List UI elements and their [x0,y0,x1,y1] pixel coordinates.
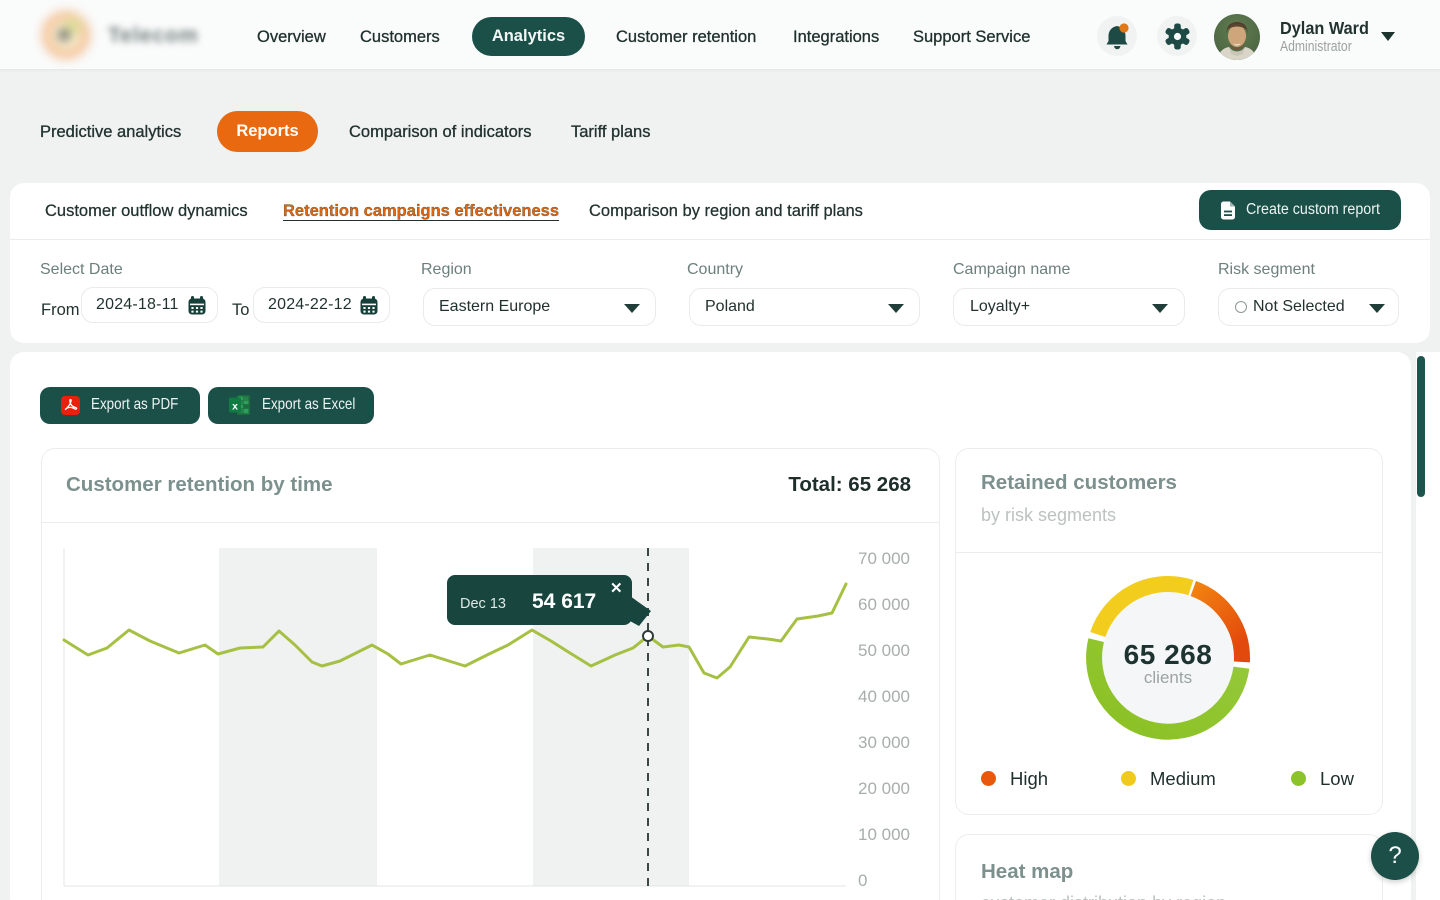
svg-text:x: x [232,401,238,413]
